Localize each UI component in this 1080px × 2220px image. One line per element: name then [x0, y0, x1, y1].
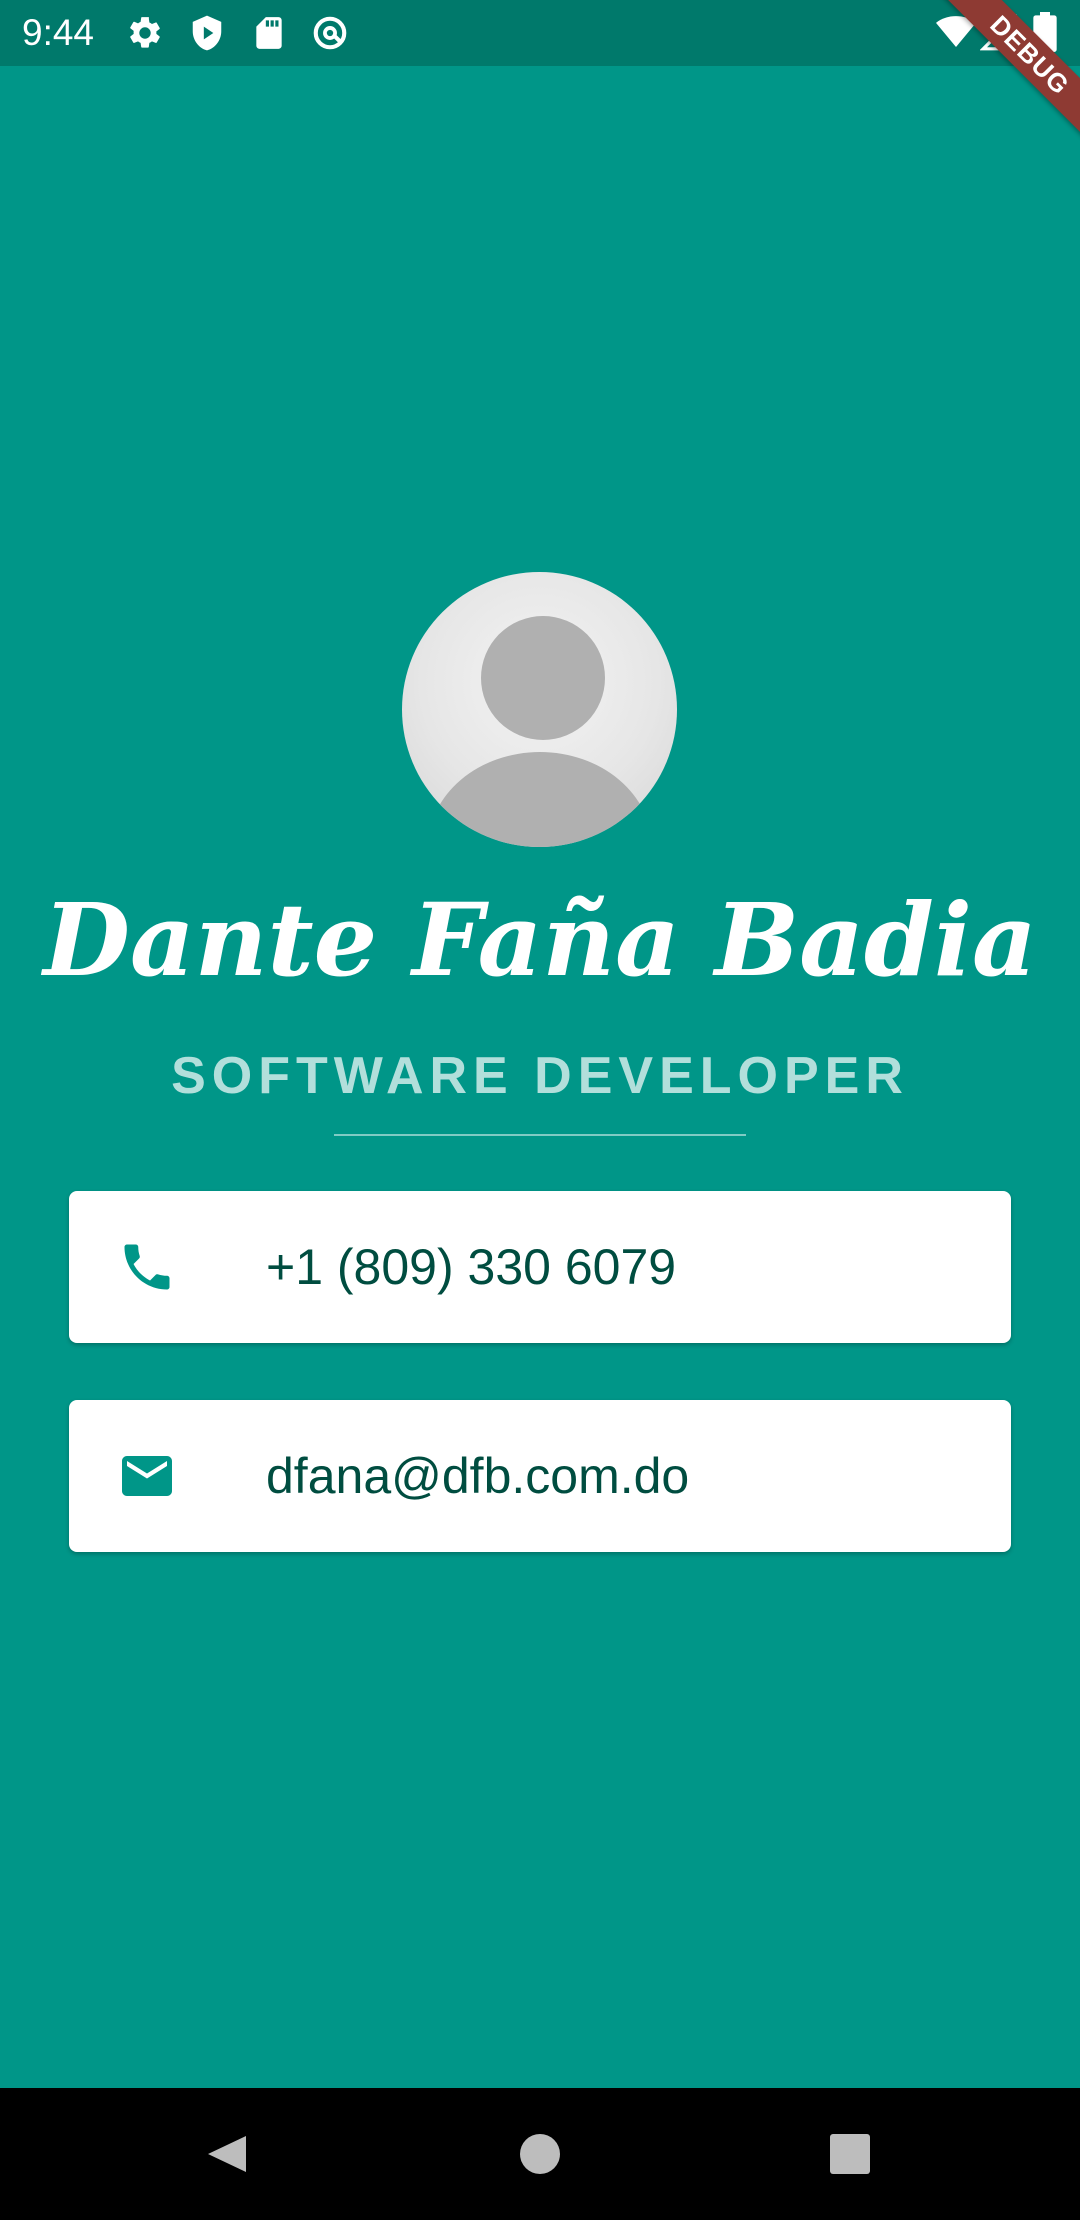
recents-icon[interactable] [810, 2114, 890, 2194]
default-avatar-icon [428, 616, 652, 847]
divider [334, 1134, 746, 1136]
at-sign-icon [313, 16, 347, 50]
avatar [402, 572, 677, 847]
gear-icon [130, 17, 160, 48]
home-icon[interactable] [500, 2114, 580, 2194]
profile-title: SOFTWARE DEVELOPER [171, 1047, 909, 1105]
navigation-bar [0, 2088, 1080, 2220]
phone-icon [124, 1244, 170, 1290]
phone-number: +1 (809) 330 6079 [266, 1239, 677, 1295]
phone-card[interactable]: +1 (809) 330 6079 [69, 1191, 1011, 1343]
email-address: dfana@dfb.com.do [266, 1448, 690, 1504]
profile-name: Dante Faña Badia [43, 881, 1037, 999]
status-time: 9:44 [22, 12, 95, 53]
email-icon [122, 1456, 172, 1496]
play-protect-icon [192, 15, 222, 51]
status-bar: 9:44 [0, 0, 1080, 66]
email-card[interactable]: dfana@dfb.com.do [69, 1400, 1011, 1552]
sd-card-icon [256, 17, 282, 49]
back-icon[interactable] [186, 2114, 266, 2194]
